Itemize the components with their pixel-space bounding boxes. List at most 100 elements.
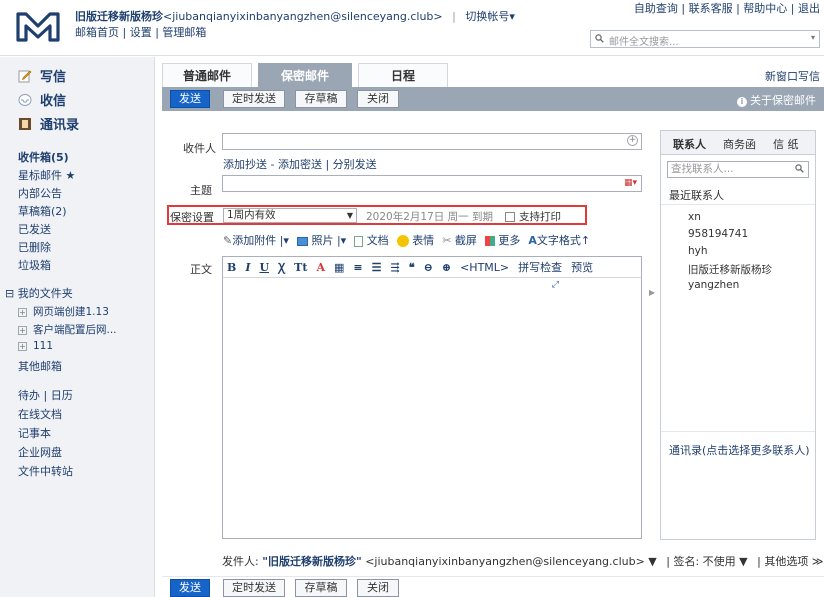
add-recipient-icon[interactable]: +	[627, 135, 638, 146]
emoji-button[interactable]: 表情	[396, 232, 434, 248]
search-icon[interactable]	[795, 164, 804, 173]
send-button[interactable]: 发送	[170, 579, 210, 597]
tab-schedule[interactable]: 日程	[358, 63, 448, 87]
add-attachment-button[interactable]: ✎添加附件 |▾	[223, 232, 289, 248]
netdisk-link[interactable]: 企业网盘	[18, 444, 62, 460]
search-input[interactable]: 邮件全文搜索... ▾	[590, 30, 820, 48]
bold-button[interactable]: B	[227, 261, 236, 274]
contact-item[interactable]: yangzhen	[688, 279, 739, 291]
print-checkbox[interactable]: 支持打印	[505, 209, 561, 224]
list-button[interactable]: ☰	[372, 261, 382, 274]
close-button[interactable]: 关闭	[357, 579, 399, 597]
priority-icon[interactable]: ▦▾	[624, 178, 637, 188]
top-toolbar: 发送 定时发送 存草稿 关闭 i 关于保密邮件	[162, 87, 824, 111]
sender-name[interactable]: "旧版迁移新版杨珍"	[262, 555, 361, 568]
my-folder-label: 111	[33, 340, 54, 352]
sender-row: 发件人: "旧版迁移新版杨珍" <jiubanqianyixinbanyangz…	[222, 553, 823, 569]
html-button[interactable]: <HTML>	[460, 261, 509, 274]
account-info: 旧版迁移新版杨珍<jiubanqianyixinbanyangzhen@sile…	[75, 8, 515, 24]
quote-button[interactable]: ❝	[409, 261, 415, 274]
save-draft-button[interactable]: 存草稿	[295, 579, 347, 597]
link-button[interactable]: ⊖	[424, 261, 433, 274]
scheduled-send-button[interactable]: 定时发送	[223, 90, 285, 108]
expand-icon[interactable]: +	[18, 326, 27, 335]
tab-secure-mail[interactable]: 保密邮件	[258, 63, 352, 87]
folder-announcements[interactable]: 内部公告	[18, 185, 62, 201]
notepad-link[interactable]: 记事本	[18, 425, 51, 441]
contact-search-input[interactable]: 查找联系人...	[667, 161, 809, 178]
folder-starred[interactable]: 星标邮件 ★	[18, 167, 75, 183]
tab-stationery[interactable]: 信 纸	[773, 136, 799, 152]
spell-check-button[interactable]: 拼写检查	[518, 259, 562, 275]
background-color-button[interactable]: ▦	[334, 261, 344, 274]
file-transfer-link[interactable]: 文件中转站	[18, 463, 73, 479]
my-folder-item[interactable]: + 网页端创建1.13	[18, 304, 109, 319]
tab-contacts[interactable]: 联系人	[673, 136, 706, 152]
expand-icon[interactable]: +	[18, 308, 27, 317]
collapse-panel-icon[interactable]: ▶	[649, 288, 655, 297]
my-folder-item[interactable]: + 客户端配置后网...	[18, 322, 117, 337]
contact-item[interactable]: hyh	[688, 245, 708, 257]
expand-editor-icon[interactable]: ⤢	[552, 280, 559, 290]
my-folder-item[interactable]: +111	[18, 340, 53, 352]
align-button[interactable]: ≡	[353, 261, 362, 274]
header: 旧版迁移新版杨珍<jiubanqianyixinbanyangzhen@sile…	[0, 0, 824, 56]
to-field[interactable]: +	[222, 133, 642, 150]
new-window-link[interactable]: 新窗口写信	[765, 68, 820, 84]
other-options-link[interactable]: | 其他选项 ≫	[757, 555, 823, 568]
underline-button[interactable]: U	[259, 261, 269, 274]
italic-button[interactable]: I	[245, 261, 250, 274]
contact-item[interactable]: 旧版迁移新版杨珍	[688, 262, 772, 277]
font-size-button[interactable]: Tt	[294, 261, 307, 274]
address-book-footer[interactable]: 通讯录(点击选择更多联系人)	[669, 442, 810, 458]
insert-button[interactable]: ⊕	[442, 261, 451, 274]
indent-button[interactable]: ⇶	[391, 261, 400, 274]
online-docs-link[interactable]: 在线文档	[18, 406, 62, 422]
folder-drafts[interactable]: 草稿箱(2)	[18, 203, 67, 219]
send-button[interactable]: 发送	[170, 90, 210, 108]
mail-logo-icon[interactable]	[14, 10, 62, 44]
inbox-button[interactable]: 收信	[18, 90, 66, 109]
photo-button[interactable]: 照片 |▾	[296, 232, 346, 248]
folder-deleted[interactable]: 已删除	[18, 239, 51, 255]
text-format-button[interactable]: A文字格式↑	[528, 232, 590, 248]
document-button[interactable]: 文档	[354, 232, 389, 248]
scheduled-send-button[interactable]: 定时发送	[223, 579, 285, 597]
other-mailbox-link[interactable]: 其他邮箱	[18, 358, 62, 374]
contact-item[interactable]: 958194741	[688, 228, 748, 240]
contacts-button[interactable]: 通讯录	[18, 114, 79, 133]
subject-field[interactable]: ▦▾	[222, 175, 642, 192]
signature-select[interactable]: | 签名: 不使用 ▼	[666, 555, 747, 568]
chevron-down-icon[interactable]: ▾	[811, 33, 815, 42]
expand-icon[interactable]: +	[18, 342, 27, 351]
save-draft-button[interactable]: 存草稿	[295, 90, 347, 108]
folder-spam[interactable]: 垃圾箱	[18, 257, 51, 273]
clear-format-button[interactable]: Ꭓ	[278, 260, 285, 275]
body-editor[interactable]: ⤢	[222, 278, 642, 539]
my-folders-toggle[interactable]: ⊟ 我的文件夹	[5, 285, 73, 301]
compose-button[interactable]: 写信	[18, 66, 66, 85]
more-button[interactable]: 更多	[484, 232, 520, 248]
font-color-button[interactable]: A	[316, 261, 325, 274]
contact-item[interactable]: xn	[688, 211, 701, 223]
tab-business-letter[interactable]: 商务函	[723, 136, 756, 152]
security-validity-select[interactable]: 1周内有效 ▼	[223, 208, 357, 223]
address-book-link[interactable]: 通讯录	[669, 444, 702, 457]
mailbox-sub-links[interactable]: 邮箱首页 | 设置 | 管理邮箱	[75, 24, 206, 40]
cc-bcc-links[interactable]: 添加抄送 - 添加密送 | 分别发送	[223, 156, 377, 172]
preview-button[interactable]: 预览	[571, 259, 593, 275]
checkbox-icon[interactable]	[505, 211, 515, 222]
bottom-toolbar: 发送 定时发送 存草稿 关闭	[162, 576, 824, 597]
todo-calendar-link[interactable]: 待办 | 日历	[18, 387, 73, 403]
tab-normal-mail[interactable]: 普通邮件	[162, 63, 252, 87]
close-button[interactable]: 关闭	[357, 90, 399, 108]
about-secure-mail-link[interactable]: i 关于保密邮件	[737, 92, 816, 108]
folder-sent[interactable]: 已发送	[18, 221, 51, 237]
switch-account-link[interactable]: 切换帐号▾	[465, 10, 515, 23]
folder-inbox[interactable]: 收件箱(5)	[18, 149, 69, 165]
screenshot-button[interactable]: ✂ 截屏	[442, 232, 477, 248]
document-label: 文档	[366, 234, 389, 247]
about-label: 关于保密邮件	[750, 94, 816, 107]
sender-email[interactable]: <jiubanqianyixinbanyangzhen@silenceyang.…	[365, 555, 657, 568]
top-links[interactable]: 自助查询 | 联系客服 | 帮助中心 | 退出	[634, 0, 820, 16]
